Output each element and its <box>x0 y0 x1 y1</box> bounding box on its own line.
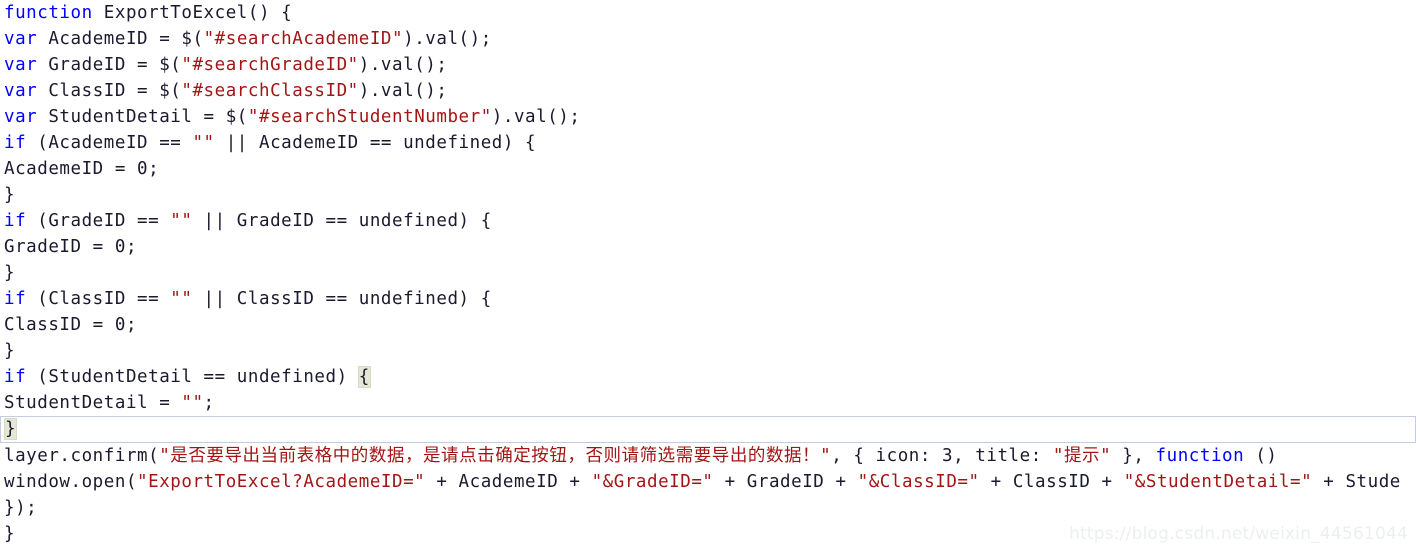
code-token: (StudentDetail == undefined) <box>26 367 359 387</box>
code-token: "&StudentDetail=" <box>1123 472 1313 492</box>
code-token: AcademeID = 0; <box>4 159 160 179</box>
code-token: ; <box>203 393 215 413</box>
code-token: || GradeID == undefined) { <box>192 211 492 231</box>
code-text-area[interactable]: function ExportToExcel() { var AcademeID… <box>0 0 1416 550</box>
code-line[interactable]: } <box>0 182 1416 208</box>
code-token: } <box>4 185 16 205</box>
code-line[interactable]: if (AcademeID == "" || AcademeID == unde… <box>0 130 1416 156</box>
code-token: StudentDetail = <box>4 393 182 413</box>
code-token: var <box>4 107 38 127</box>
code-token: ExportToExcel() { <box>92 3 293 23</box>
code-token: + AcademeID + <box>425 472 592 492</box>
code-line[interactable]: } <box>0 338 1416 364</box>
code-token: "&ClassID=" <box>857 472 980 492</box>
code-line[interactable]: }); <box>0 495 1416 521</box>
code-token: () <box>1244 446 1278 466</box>
code-line[interactable]: function ExportToExcel() { <box>0 0 1416 26</box>
code-token: window.open( <box>4 472 138 492</box>
code-token: ).val(); <box>403 29 492 49</box>
code-token: || AcademeID == undefined) { <box>214 133 537 153</box>
code-token: "ExportToExcel?AcademeID=" <box>137 472 426 492</box>
code-token: AcademeID = $( <box>37 29 204 49</box>
code-token: } <box>3 418 18 440</box>
code-token: if <box>4 367 27 387</box>
code-token: var <box>4 81 38 101</box>
code-token: GradeID = $( <box>37 55 182 75</box>
code-line[interactable]: var StudentDetail = $("#searchStudentNum… <box>0 104 1416 130</box>
code-token: (ClassID == <box>26 289 171 309</box>
code-token: function <box>1155 446 1245 466</box>
code-line[interactable]: } <box>0 260 1416 286</box>
code-token: "#searchAcademeID" <box>203 29 404 49</box>
code-token: "" <box>170 289 193 309</box>
code-token-part: 是否要导出当前表格中的数据，是请点击确定按钮，否则请筛选需要导出的数据！ <box>170 446 821 466</box>
code-line[interactable]: if (StudentDetail == undefined) { <box>0 364 1416 390</box>
code-token: ClassID = $( <box>37 81 182 101</box>
code-line[interactable]: window.open("ExportToExcel?AcademeID=" +… <box>0 469 1416 495</box>
code-token: if <box>4 289 27 309</box>
code-token: "提示" <box>1053 446 1111 466</box>
code-token: || ClassID == undefined) { <box>192 289 492 309</box>
code-token: GradeID = 0; <box>4 237 138 257</box>
code-token: if <box>4 133 27 153</box>
code-token: + Stude <box>1312 472 1401 492</box>
watermark-text: https://blog.csdn.net/weixin_44561044 <box>1069 524 1408 544</box>
code-token-part: 提示 <box>1064 446 1101 466</box>
code-token: ).val(); <box>358 55 448 75</box>
code-line[interactable]: } <box>0 416 1416 443</box>
code-token: { <box>357 366 371 388</box>
code-token: ).val(); <box>491 107 581 127</box>
code-line[interactable]: var AcademeID = $("#searchAcademeID").va… <box>0 26 1416 52</box>
text-cursor <box>16 419 18 437</box>
code-token: if <box>4 211 27 231</box>
code-editor[interactable]: function ExportToExcel() { var AcademeID… <box>0 0 1416 550</box>
code-token: "#searchStudentNumber" <box>247 107 492 127</box>
code-token: "&GradeID=" <box>591 472 714 492</box>
code-token: } <box>4 263 16 283</box>
code-token: "是否要导出当前表格中的数据，是请点击确定按钮，否则请筛选需要导出的数据！" <box>159 446 831 466</box>
code-token-part: " <box>820 446 832 466</box>
code-token: "" <box>170 211 193 231</box>
code-line[interactable]: GradeID = 0; <box>0 234 1416 260</box>
code-token: "#searchGradeID" <box>181 55 359 75</box>
code-token: var <box>4 29 38 49</box>
code-line[interactable]: ClassID = 0; <box>0 312 1416 338</box>
code-token: "#searchClassID" <box>181 81 359 101</box>
code-line[interactable]: AcademeID = 0; <box>0 156 1416 182</box>
code-token: (GradeID == <box>26 211 171 231</box>
code-token: } <box>4 341 16 361</box>
code-token: + GradeID + <box>713 472 858 492</box>
code-token: StudentDetail = $( <box>37 107 248 127</box>
code-line[interactable]: var GradeID = $("#searchGradeID").val(); <box>0 52 1416 78</box>
code-line[interactable]: if (GradeID == "" || GradeID == undefine… <box>0 208 1416 234</box>
code-token: layer.confirm( <box>4 446 160 466</box>
code-token: + ClassID + <box>979 472 1124 492</box>
code-token: } <box>4 524 16 544</box>
code-token: "" <box>181 393 204 413</box>
code-token-part: " <box>159 446 171 466</box>
code-token: , { icon: 3, title: <box>831 446 1053 466</box>
code-token: ClassID = 0; <box>4 315 138 335</box>
code-token: (AcademeID == <box>26 133 193 153</box>
code-token-part: " <box>1100 446 1112 466</box>
code-token: }, <box>1111 446 1156 466</box>
code-line[interactable]: StudentDetail = ""; <box>0 390 1416 416</box>
code-line[interactable]: layer.confirm("是否要导出当前表格中的数据，是请点击确定按钮，否则… <box>0 443 1416 469</box>
code-token: ).val(); <box>358 81 448 101</box>
code-token: function <box>4 3 93 23</box>
code-token: var <box>4 55 38 75</box>
code-token: "" <box>192 133 215 153</box>
code-token: }); <box>4 498 38 518</box>
code-line[interactable]: if (ClassID == "" || ClassID == undefine… <box>0 286 1416 312</box>
code-line[interactable]: var ClassID = $("#searchClassID").val(); <box>0 78 1416 104</box>
code-token-part: " <box>1052 446 1064 466</box>
